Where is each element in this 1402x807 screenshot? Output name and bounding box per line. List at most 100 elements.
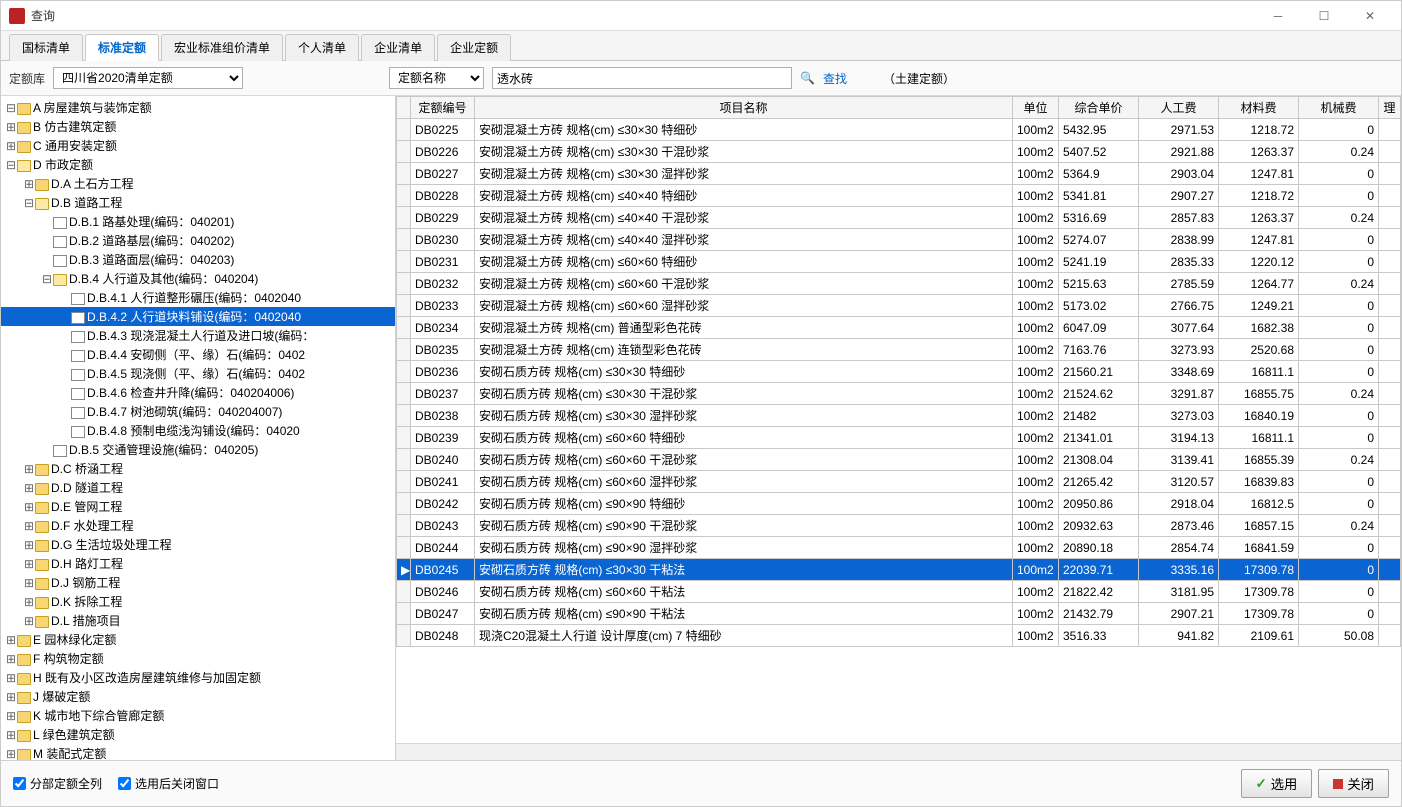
library-select[interactable]: 四川省2020清单定额 xyxy=(53,67,243,89)
tree-toggle-icon[interactable]: ⊞ xyxy=(23,481,35,495)
row-selector[interactable] xyxy=(397,493,411,515)
table-row[interactable]: DB0231 安砌混凝土方砖 规格(cm) ≤60×60 特细砂 100m2 5… xyxy=(397,251,1401,273)
table-row[interactable]: DB0242 安砌石质方砖 规格(cm) ≤90×90 特细砂 100m2 20… xyxy=(397,493,1401,515)
table-row[interactable]: DB0227 安砌混凝土方砖 规格(cm) ≤30×30 湿拌砂浆 100m2 … xyxy=(397,163,1401,185)
table-row[interactable]: DB0237 安砌石质方砖 规格(cm) ≤30×30 干混砂浆 100m2 2… xyxy=(397,383,1401,405)
table-row[interactable]: DB0238 安砌石质方砖 规格(cm) ≤30×30 湿拌砂浆 100m2 2… xyxy=(397,405,1401,427)
row-selector[interactable] xyxy=(397,581,411,603)
col-header[interactable]: 人工费 xyxy=(1139,97,1219,119)
tree-toggle-icon[interactable]: ⊞ xyxy=(23,538,35,552)
table-row[interactable]: DB0241 安砌石质方砖 规格(cm) ≤60×60 湿拌砂浆 100m2 2… xyxy=(397,471,1401,493)
table-row[interactable]: DB0234 安砌混凝土方砖 规格(cm) 普通型彩色花砖 100m2 6047… xyxy=(397,317,1401,339)
row-selector[interactable] xyxy=(397,427,411,449)
tree-node[interactable]: D.B.4.4 安砌侧（平、缘）石(编码：0402 xyxy=(1,345,395,364)
col-header[interactable]: 定额编号 xyxy=(411,97,475,119)
tree-toggle-icon[interactable]: ⊞ xyxy=(23,614,35,628)
select-button[interactable]: ✓ 选用 xyxy=(1241,769,1313,798)
tree-node[interactable]: ⊞D.H 路灯工程 xyxy=(1,554,395,573)
tree-toggle-icon[interactable]: ⊞ xyxy=(5,652,17,666)
row-selector[interactable] xyxy=(397,449,411,471)
tree-node[interactable]: ⊞L 绿色建筑定额 xyxy=(1,725,395,744)
tree-toggle-icon[interactable]: ⊞ xyxy=(23,500,35,514)
tab-3[interactable]: 个人清单 xyxy=(285,34,359,61)
row-selector[interactable] xyxy=(397,273,411,295)
tab-5[interactable]: 企业定额 xyxy=(437,34,511,61)
tree-node[interactable]: ⊞F 构筑物定额 xyxy=(1,649,395,668)
tree-toggle-icon[interactable]: ⊞ xyxy=(5,633,17,647)
table-row[interactable]: DB0240 安砌石质方砖 规格(cm) ≤60×60 干混砂浆 100m2 2… xyxy=(397,449,1401,471)
row-selector[interactable] xyxy=(397,229,411,251)
tree-node[interactable]: ⊟D.B 道路工程 xyxy=(1,193,395,212)
row-selector[interactable] xyxy=(397,537,411,559)
table-row[interactable]: DB0233 安砌混凝土方砖 规格(cm) ≤60×60 湿拌砂浆 100m2 … xyxy=(397,295,1401,317)
tree-toggle-icon[interactable]: ⊞ xyxy=(23,519,35,533)
close-dialog-button[interactable]: 关闭 xyxy=(1318,769,1389,798)
tree-toggle-icon[interactable]: ⊟ xyxy=(5,158,17,172)
tree-toggle-icon[interactable]: ⊞ xyxy=(23,595,35,609)
tree-node[interactable]: ⊞H 既有及小区改造房屋建筑维修与加固定额 xyxy=(1,668,395,687)
table-row[interactable]: DB0244 安砌石质方砖 规格(cm) ≤90×90 湿拌砂浆 100m2 2… xyxy=(397,537,1401,559)
tree-node[interactable]: D.B.5 交通管理设施(编码：040205) xyxy=(1,440,395,459)
tree-node[interactable]: D.B.2 道路基层(编码：040202) xyxy=(1,231,395,250)
tree-node[interactable]: ⊞D.K 拆除工程 xyxy=(1,592,395,611)
tree-node[interactable]: ⊟A 房屋建筑与装饰定额 xyxy=(1,98,395,117)
tree-toggle-icon[interactable]: ⊞ xyxy=(5,747,17,760)
tree-node[interactable]: D.B.3 道路面层(编码：040203) xyxy=(1,250,395,269)
checkbox-close-after-input[interactable] xyxy=(118,777,131,790)
tab-0[interactable]: 国标清单 xyxy=(9,34,83,61)
search-icon[interactable]: 🔍 xyxy=(800,71,815,85)
search-link[interactable]: 查找 xyxy=(823,70,847,87)
tree-node[interactable]: ⊞J 爆破定额 xyxy=(1,687,395,706)
close-button[interactable]: ✕ xyxy=(1347,1,1393,31)
tree-toggle-icon[interactable]: ⊟ xyxy=(41,272,53,286)
tree-node[interactable]: ⊞D.J 钢筋工程 xyxy=(1,573,395,592)
maximize-button[interactable]: ☐ xyxy=(1301,1,1347,31)
row-selector[interactable] xyxy=(397,383,411,405)
table-row[interactable]: DB0229 安砌混凝土方砖 规格(cm) ≤40×40 干混砂浆 100m2 … xyxy=(397,207,1401,229)
tab-1[interactable]: 标准定额 xyxy=(85,34,159,61)
tree-toggle-icon[interactable]: ⊞ xyxy=(5,671,17,685)
table-row[interactable]: DB0236 安砌石质方砖 规格(cm) ≤30×30 特细砂 100m2 21… xyxy=(397,361,1401,383)
checkbox-close-after[interactable]: 选用后关闭窗口 xyxy=(118,775,219,792)
tree-toggle-icon[interactable]: ⊞ xyxy=(5,709,17,723)
tree-toggle-icon[interactable]: ⊟ xyxy=(23,196,35,210)
table-row[interactable]: DB0235 安砌混凝土方砖 规格(cm) 连锁型彩色花砖 100m2 7163… xyxy=(397,339,1401,361)
table-row[interactable]: DB0230 安砌混凝土方砖 规格(cm) ≤40×40 湿拌砂浆 100m2 … xyxy=(397,229,1401,251)
table-row[interactable]: DB0246 安砌石质方砖 规格(cm) ≤60×60 干粘法 100m2 21… xyxy=(397,581,1401,603)
tree-node[interactable]: ⊞D.D 隧道工程 xyxy=(1,478,395,497)
tree-node[interactable]: ⊞M 装配式定额 xyxy=(1,744,395,760)
tree-node[interactable]: D.B.4.2 人行道块料铺设(编码：0402040 xyxy=(1,307,395,326)
col-header[interactable]: 机械费 xyxy=(1299,97,1379,119)
table-row[interactable]: DB0248 现浇C20混凝土人行道 设计厚度(cm) 7 特细砂 100m2 … xyxy=(397,625,1401,647)
tree-toggle-icon[interactable]: ⊞ xyxy=(5,139,17,153)
row-selector[interactable] xyxy=(397,339,411,361)
col-header[interactable]: 单位 xyxy=(1013,97,1059,119)
filter-type-select[interactable]: 定额名称 xyxy=(389,67,484,89)
tree-toggle-icon[interactable]: ⊞ xyxy=(5,728,17,742)
table-row[interactable]: DB0232 安砌混凝土方砖 规格(cm) ≤60×60 干混砂浆 100m2 … xyxy=(397,273,1401,295)
row-selector[interactable] xyxy=(397,163,411,185)
tree-node[interactable]: D.B.1 路基处理(编码：040201) xyxy=(1,212,395,231)
tree-node[interactable]: ⊞B 仿古建筑定额 xyxy=(1,117,395,136)
row-selector[interactable] xyxy=(397,295,411,317)
tree-node[interactable]: D.B.4.7 树池砌筑(编码：040204007) xyxy=(1,402,395,421)
tab-2[interactable]: 宏业标准组价清单 xyxy=(161,34,283,61)
row-selector[interactable] xyxy=(397,603,411,625)
checkbox-all-quota-input[interactable] xyxy=(13,777,26,790)
row-selector[interactable] xyxy=(397,185,411,207)
tree-node[interactable]: ⊞D.F 水处理工程 xyxy=(1,516,395,535)
row-selector[interactable] xyxy=(397,515,411,537)
table-row[interactable]: DB0225 安砌混凝土方砖 规格(cm) ≤30×30 特细砂 100m2 5… xyxy=(397,119,1401,141)
tree-node[interactable]: ⊞C 通用安装定额 xyxy=(1,136,395,155)
tab-4[interactable]: 企业清单 xyxy=(361,34,435,61)
row-selector[interactable]: ▶ xyxy=(397,559,411,581)
col-header[interactable]: 材料费 xyxy=(1219,97,1299,119)
table-row[interactable]: DB0239 安砌石质方砖 规格(cm) ≤60×60 特细砂 100m2 21… xyxy=(397,427,1401,449)
tree-node[interactable]: ⊞D.G 生活垃圾处理工程 xyxy=(1,535,395,554)
tree-node[interactable]: ⊞D.A 土石方工程 xyxy=(1,174,395,193)
tree-node[interactable]: ⊞E 园林绿化定额 xyxy=(1,630,395,649)
tree-toggle-icon[interactable]: ⊞ xyxy=(23,576,35,590)
tree-node[interactable]: D.B.4.5 现浇侧（平、缘）石(编码：0402 xyxy=(1,364,395,383)
table-hscroll[interactable] xyxy=(396,743,1401,760)
row-selector[interactable] xyxy=(397,317,411,339)
